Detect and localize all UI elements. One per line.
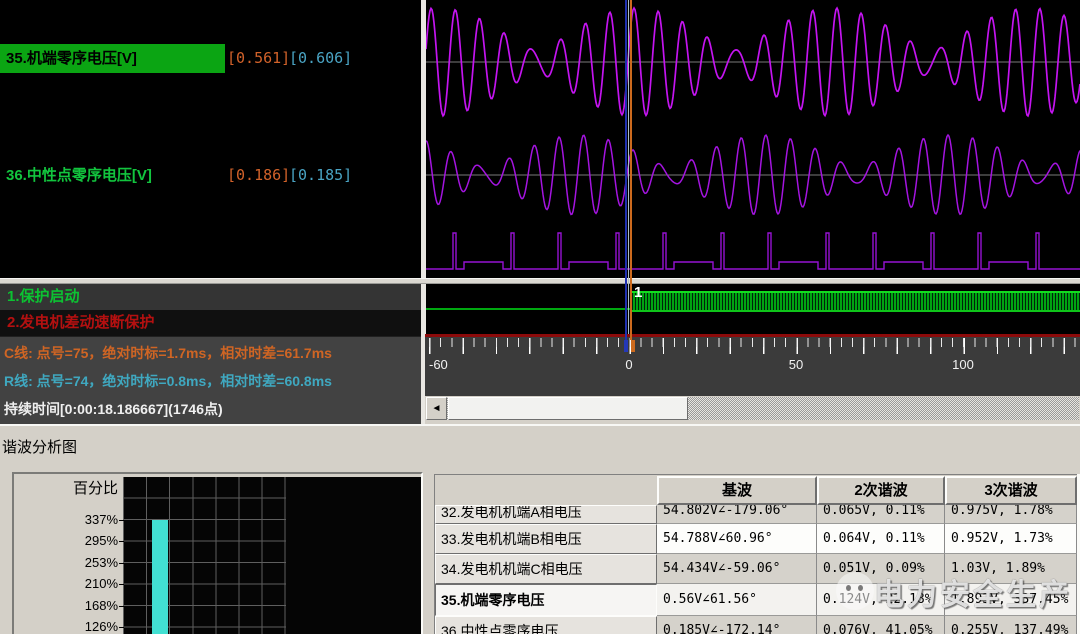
digital-high-bar [630,291,1080,312]
cell-36-h2: 0.076V, 41.05% [817,616,945,634]
cursor-info-panel: C线: 点号=75，绝对时标=1.7ms，相对时差=61.7ms R线: 点号=… [0,336,421,424]
cell-35-fundamental: 0.56V∠61.56° [657,584,817,616]
cell-33-fundamental: 54.788V∠60.96° [657,524,817,554]
harmonic-section-header: 谐波分析图 [0,424,1080,472]
cell-35-h2: 0.124V, 22.18% [817,584,945,616]
r-cursor-marker[interactable] [624,340,628,352]
cell-32-h3: 0.975V, 1.78% [945,505,1077,524]
c-cursor-info: C线: 点号=75，绝对时标=1.7ms，相对时差=61.7ms [4,343,332,363]
harmonic-bar-chart [123,477,421,634]
channel-row-36[interactable]: 36.中性点零序电压[V] [6,161,152,190]
horizontal-scrollbar[interactable]: ◄ [425,396,1080,424]
harmonic-bar-3rd [152,520,168,634]
scrollbar-left-arrow-button[interactable]: ◄ [426,397,447,420]
chart-grid [123,477,286,634]
c-cursor-line[interactable] [630,0,632,340]
ytick-210: 210% [72,577,118,591]
harmonic-table: 基波 2次谐波 3次谐波 32.发电机机端A相电压 54.802V∠-179.0… [434,474,1080,634]
tick-label-50: 50 [789,357,803,372]
cell-34-h3: 1.03V, 1.89% [945,554,1077,584]
digital-trace-label: 1 [634,284,642,301]
cell-32-fundamental: 54.802V∠-179.06° [657,505,817,524]
table-header-3rd-harmonic: 3次谐波 [945,476,1077,505]
channel-36-value-r: [0.185] [289,161,352,190]
event-row-protection-start[interactable]: 1.保护启动 [0,284,421,310]
table-header-empty [435,476,657,505]
table-row-label-34[interactable]: 34.发电机机端C相电压 [435,554,657,584]
digital-baseline [426,308,630,310]
oscillogram-section: 35.机端零序电压[V] [0.561] [0.606] 36.中性点零序电压[… [0,0,1080,424]
channel-35-value-r: [0.606] [289,44,352,73]
cell-36-fundamental: 0.185V∠-172.14° [657,616,817,634]
table-row-label-33[interactable]: 33.发电机机端B相电压 [435,524,657,554]
waveform-svg [426,0,1080,278]
event-2-label: 2.发电机差动速断保护 [7,310,155,336]
time-ruler[interactable]: -60 0 50 100 [425,337,1080,396]
table-header-fundamental: 基波 [657,476,817,505]
tick-label-0: 0 [625,357,632,372]
channel-36-value-c: [0.186] [227,161,290,190]
ytick-337: 337% [72,513,118,527]
ytick-126: 126% [72,620,118,634]
cell-36-h3: 0.255V, 137.49% [945,616,1077,634]
percent-axis-label: 百分比 [70,477,118,498]
tick-label-minus60: -60 [429,357,448,372]
table-row-label-32[interactable]: 32.发电机机端A相电压 [435,505,657,524]
cell-33-h3: 0.952V, 1.73% [945,524,1077,554]
cell-32-h2: 0.065V, 0.11% [817,505,945,524]
cell-35-h3: 1.893V, 337.45% [945,584,1077,616]
table-row-label-35-selected[interactable]: 35.机端零序电压 [435,584,657,616]
table-header-2nd-harmonic: 2次谐波 [817,476,945,505]
channel-row-35[interactable]: 35.机端零序电压[V] [0,44,225,73]
c-cursor-marker[interactable] [631,340,635,352]
channel-35-label: 35.机端零序电压[V] [6,44,137,73]
event-1-label: 1.保护启动 [7,284,80,310]
ytick-168: 168% [72,599,118,613]
r-cursor-info: R线: 点号=74，绝对时标=0.8ms，相对时差=60.8ms [4,371,332,391]
table-row-label-36[interactable]: 36.中性点零序电压 [435,616,657,634]
cell-34-fundamental: 54.434V∠-59.06° [657,554,817,584]
minor-ticks [429,338,1077,347]
digital-trace-area[interactable]: 1 [426,284,1080,334]
cell-33-h2: 0.064V, 0.11% [817,524,945,554]
pulse-trace [426,233,1080,269]
event-row-diff-protection[interactable]: 2.发电机差动速断保护 [0,310,421,336]
ytick-253: 253% [72,556,118,570]
ytick-295: 295% [72,534,118,548]
harmonic-section-title: 谐波分析图 [2,436,77,457]
tick-label-100: 100 [952,357,974,372]
scrollbar-thumb[interactable] [448,397,688,420]
r-cursor-line[interactable] [625,0,627,340]
cell-34-h2: 0.051V, 0.09% [817,554,945,584]
cursor-highlight-line [628,0,629,334]
duration-info: 持续时间[0:00:18.186667](1746点) [4,399,223,419]
waveform-plot-area[interactable] [426,0,1080,278]
channel-35-value-c: [0.561] [227,44,290,73]
